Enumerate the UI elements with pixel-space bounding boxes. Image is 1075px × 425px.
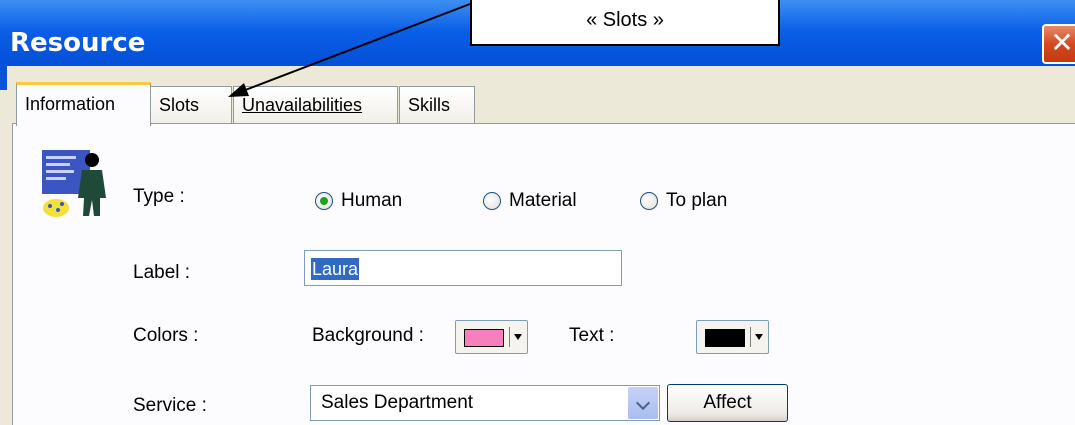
tab-slots[interactable]: Slots bbox=[150, 86, 232, 124]
type-human-label: Human bbox=[341, 190, 403, 211]
label-input-value: Laura bbox=[311, 258, 360, 280]
label-input[interactable]: Laura bbox=[304, 250, 622, 286]
text-color-swatch bbox=[705, 329, 745, 347]
dropdown-arrow-icon bbox=[514, 334, 522, 340]
dropdown-arrow-icon bbox=[755, 334, 763, 340]
tab-unavailabilities[interactable]: Unavailabilities bbox=[233, 86, 398, 124]
type-to-plan-label: To plan bbox=[666, 190, 728, 211]
chevron-down-icon[interactable] bbox=[628, 387, 658, 419]
service-select-value: Sales Department bbox=[321, 392, 474, 413]
radio-checked-icon bbox=[315, 192, 333, 210]
picker-divider bbox=[509, 327, 510, 347]
type-material-label: Material bbox=[509, 190, 577, 211]
dialog-body: Information Slots Unavailabilities Skill… bbox=[7, 66, 1075, 425]
radio-unchecked-icon bbox=[483, 192, 501, 210]
type-to-plan-radio[interactable]: To plan bbox=[640, 190, 727, 212]
slots-callout: « Slots » bbox=[470, 0, 780, 46]
window-title: Resource bbox=[10, 28, 146, 58]
type-human-radio[interactable]: Human bbox=[315, 190, 402, 212]
background-color-picker[interactable] bbox=[455, 320, 528, 354]
tab-strip: Information Slots Unavailabilities Skill… bbox=[7, 66, 1067, 126]
radio-unchecked-icon bbox=[640, 192, 658, 210]
tab-information[interactable]: Information bbox=[16, 82, 151, 126]
type-label: Type : bbox=[133, 186, 185, 207]
text-color-label: Text : bbox=[569, 325, 615, 346]
picker-divider bbox=[750, 327, 751, 347]
colors-label: Colors : bbox=[133, 325, 199, 346]
service-select[interactable]: Sales Department bbox=[310, 385, 660, 421]
label-label: Label : bbox=[133, 262, 191, 283]
affect-button[interactable]: Affect bbox=[667, 384, 788, 422]
tab-unavailabilities-label: Unavailabilities bbox=[242, 95, 363, 115]
person-resource-icon bbox=[42, 150, 106, 217]
close-icon: ✕ bbox=[1050, 26, 1074, 59]
service-label: Service : bbox=[133, 395, 207, 416]
type-material-radio[interactable]: Material bbox=[483, 190, 577, 212]
text-color-picker[interactable] bbox=[696, 320, 769, 354]
background-label: Background : bbox=[312, 325, 424, 346]
tab-skills[interactable]: Skills bbox=[399, 86, 475, 124]
background-color-swatch bbox=[464, 329, 504, 347]
close-button[interactable]: ✕ bbox=[1042, 24, 1075, 64]
